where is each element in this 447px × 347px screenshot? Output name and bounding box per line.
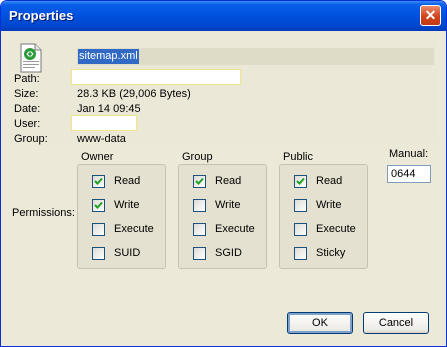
- checkbox-label: Read: [114, 175, 141, 187]
- checkbox-box[interactable]: [193, 199, 206, 212]
- checkbox-label: Write: [215, 199, 241, 211]
- checkbox-box[interactable]: [294, 199, 307, 212]
- ok-button[interactable]: OK: [287, 312, 353, 334]
- public-title: Public: [283, 151, 313, 163]
- checkbox-label: Execute: [114, 223, 154, 235]
- xml-file-icon: [20, 43, 42, 73]
- checkbox-box[interactable]: [193, 247, 206, 260]
- checkmark-icon: [94, 177, 103, 185]
- public-permissions-group: Read Write Execute Sticky: [279, 164, 368, 269]
- path-input[interactable]: [71, 69, 241, 85]
- dialog-body: sitemap.xml Path: Size: 28.3 KB (29,006 …: [4, 31, 443, 343]
- checkbox-label: SGID: [215, 247, 242, 259]
- path-label: Path:: [14, 73, 40, 85]
- checkbox-box[interactable]: [92, 199, 105, 212]
- checkbox-box[interactable]: [294, 223, 307, 236]
- permissions-label: Permissions:: [12, 207, 75, 219]
- size-label: Size:: [14, 88, 39, 100]
- group-title: Group: [182, 151, 213, 163]
- checkbox-box[interactable]: [193, 175, 206, 188]
- checkbox-label: Execute: [316, 223, 356, 235]
- checkbox-box[interactable]: [92, 223, 105, 236]
- user-input[interactable]: [71, 115, 137, 131]
- checkbox-box[interactable]: [92, 175, 105, 188]
- date-value: Jan 14 09:45: [77, 103, 141, 115]
- checkbox-box[interactable]: [92, 247, 105, 260]
- group-permissions-group: Read Write Execute SGID: [178, 164, 267, 269]
- checkmark-icon: [195, 177, 204, 185]
- window-title: Properties: [9, 8, 74, 23]
- cancel-button[interactable]: Cancel: [363, 312, 429, 334]
- size-value: 28.3 KB (29,006 Bytes): [77, 88, 191, 100]
- close-button[interactable]: ✕: [420, 5, 441, 26]
- checkbox-label: Read: [215, 175, 242, 187]
- checkbox-box[interactable]: [294, 247, 307, 260]
- manual-label: Manual:: [389, 148, 429, 160]
- owner-title: Owner: [81, 151, 114, 163]
- properties-window: Properties ✕ sitemap.xml Path: Size: 28.…: [0, 0, 447, 347]
- checkbox-label: Write: [114, 199, 140, 211]
- checkbox-label: Execute: [215, 223, 255, 235]
- checkmark-icon: [296, 177, 305, 185]
- checkbox-label: Write: [316, 199, 342, 211]
- checkbox-box[interactable]: [294, 175, 307, 188]
- title-bar[interactable]: Properties ✕: [1, 1, 446, 31]
- filename-input[interactable]: sitemap.xml: [78, 49, 139, 64]
- checkbox-label: Sticky: [316, 247, 346, 259]
- user-label: User:: [14, 118, 41, 130]
- checkmark-icon: [94, 201, 103, 209]
- checkbox-label: Read: [316, 175, 343, 187]
- manual-mode-input[interactable]: 0644: [387, 165, 431, 183]
- date-label: Date:: [14, 103, 41, 115]
- owner-permissions-group: Read Write Execute SUID: [77, 164, 166, 269]
- group-value: www-data: [77, 133, 126, 145]
- checkbox-box[interactable]: [193, 223, 206, 236]
- group-label: Group:: [14, 133, 48, 145]
- close-icon: ✕: [424, 7, 437, 23]
- checkbox-label: SUID: [114, 247, 141, 259]
- file-info-panel: sitemap.xml Path: Size: 28.3 KB (29,006 …: [10, 39, 437, 145]
